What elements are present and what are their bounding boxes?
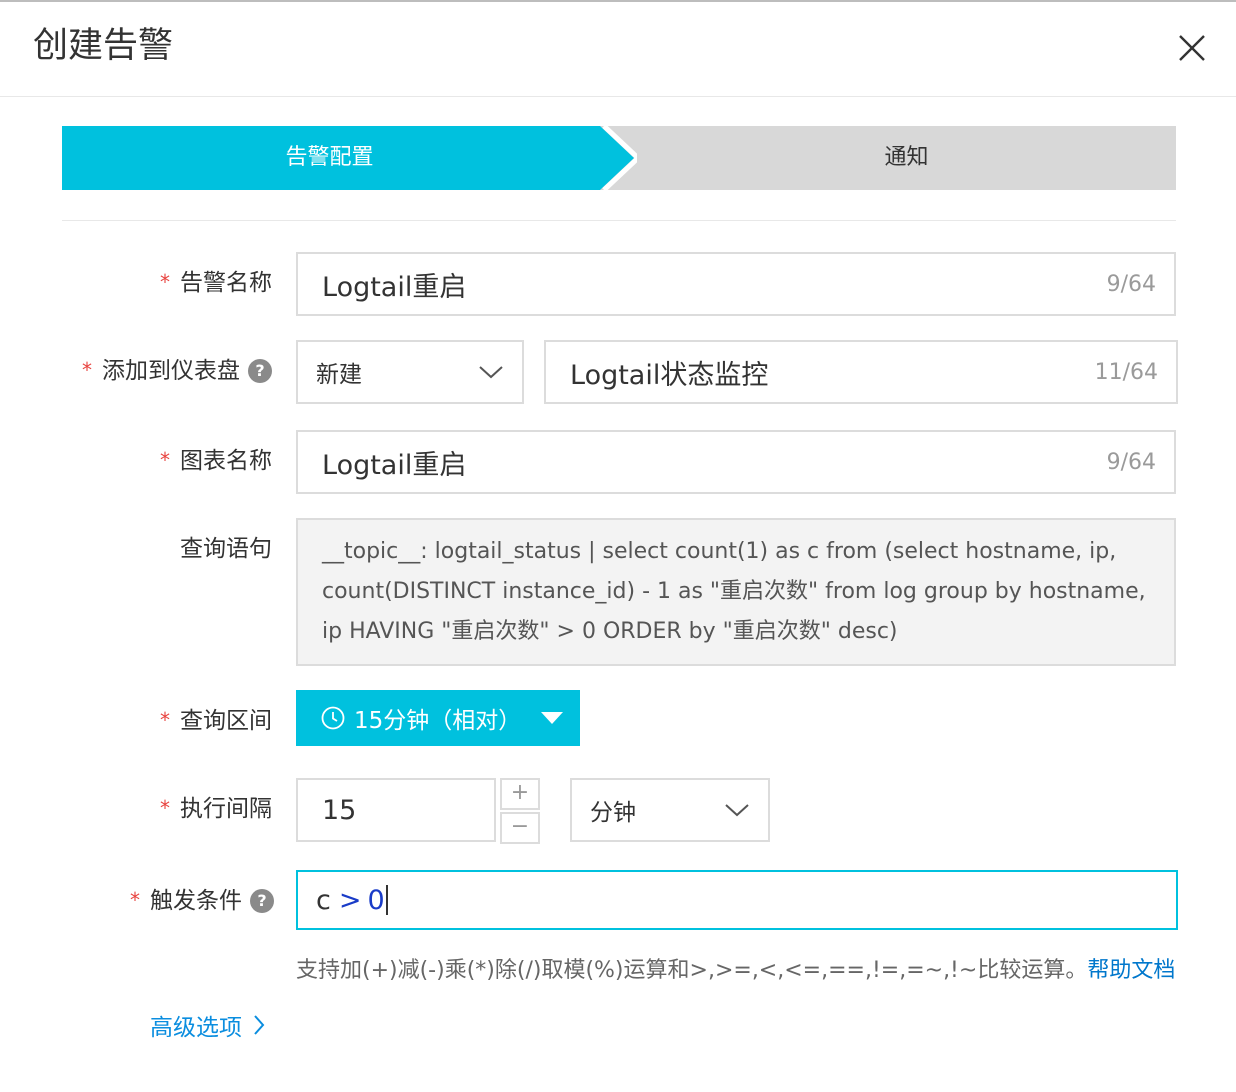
dashboard-mode-value: 新建 (316, 362, 362, 388)
chart-name-label: * 图表名称 (160, 448, 272, 474)
interval-input[interactable]: 15 (296, 778, 496, 842)
chevron-right-icon (254, 1015, 265, 1035)
clock-icon (321, 706, 345, 730)
required-mark: * (160, 796, 170, 820)
time-range-value: 15分钟（相对） (354, 708, 522, 734)
time-range-button[interactable]: 15分钟（相对） (296, 690, 580, 746)
interval-value: 15 (322, 794, 357, 826)
query-label: 查询语句 (180, 536, 272, 562)
close-icon (1179, 35, 1205, 61)
required-mark: * (160, 708, 170, 732)
question-icon[interactable]: ? (250, 889, 274, 913)
alert-name-label: * 告警名称 (160, 270, 272, 296)
header-divider (0, 96, 1236, 97)
interval-unit-select[interactable]: 分钟 (570, 778, 770, 842)
interval-unit-value: 分钟 (590, 800, 636, 826)
interval-increment-button[interactable]: + (500, 778, 540, 810)
alert-name-value: Logtail重启 (322, 271, 467, 303)
text-cursor (385, 885, 388, 915)
condition-value: 0 (367, 884, 385, 916)
condition-operator: > (338, 884, 362, 916)
step-alert-config-label: 告警配置 (285, 145, 374, 170)
chevron-down-icon (725, 804, 749, 817)
advanced-options-link[interactable]: 高级选项 (150, 1008, 266, 1042)
caret-down-icon (541, 712, 564, 724)
alert-name-input[interactable]: Logtail重启 9/64 (296, 252, 1176, 316)
query-textarea[interactable]: __topic__: logtail_status | select count… (296, 518, 1176, 666)
alert-name-count: 9/64 (1106, 271, 1156, 297)
chart-name-count: 9/64 (1106, 449, 1156, 475)
required-mark: * (130, 888, 140, 912)
chart-name-value: Logtail重启 (322, 449, 467, 481)
chevron-down-icon (479, 366, 503, 379)
section-divider (62, 220, 1176, 221)
condition-variable: c (316, 884, 331, 916)
advanced-options-label: 高级选项 (150, 1015, 242, 1041)
time-range-label: * 查询区间 (160, 708, 272, 734)
dashboard-mode-select[interactable]: 新建 (296, 340, 524, 404)
header-top-line (0, 0, 1236, 2)
chart-name-input[interactable]: Logtail重启 9/64 (296, 430, 1176, 494)
dashboard-name-value: Logtail状态监控 (570, 359, 769, 391)
question-icon[interactable]: ? (248, 359, 272, 383)
dashboard-label: * 添加到仪表盘? (82, 356, 272, 386)
steps-bar: 告警配置 通知 (62, 126, 1176, 190)
trigger-condition-input[interactable]: c > 0 (296, 870, 1178, 930)
trigger-hint: 支持加(+)减(-)乘(*)除(/)取模(%)运算和>,>=,<,<=,==,!… (296, 952, 1175, 984)
close-button[interactable] (1170, 26, 1214, 70)
required-mark: * (160, 448, 170, 472)
dashboard-name-count: 11/64 (1094, 359, 1158, 385)
required-mark: * (82, 358, 92, 382)
trigger-hint-text: 支持加(+)减(-)乘(*)除(/)取模(%)运算和>,>=,<,<=,==,!… (296, 958, 1088, 983)
interval-decrement-button[interactable]: − (500, 812, 540, 844)
interval-label: * 执行间隔 (160, 796, 272, 822)
help-doc-link[interactable]: 帮助文档 (1087, 958, 1175, 983)
step-notify[interactable]: 通知 (637, 126, 1176, 190)
step-alert-config[interactable]: 告警配置 (62, 126, 637, 190)
dashboard-name-input[interactable]: Logtail状态监控 11/64 (544, 340, 1178, 404)
dialog-title: 创建告警 (33, 26, 174, 66)
trigger-label: * 触发条件? (130, 886, 274, 916)
required-mark: * (160, 270, 170, 294)
